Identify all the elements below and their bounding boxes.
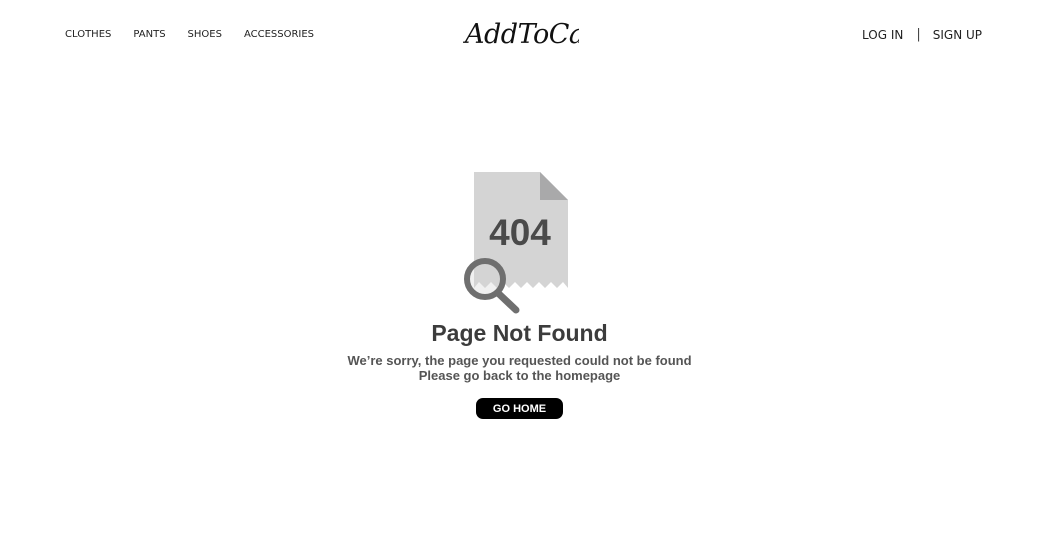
nav-item-clothes[interactable]: CLOTHES [65, 29, 111, 40]
login-link[interactable]: LOG IN [862, 28, 903, 42]
site-logo[interactable]: AddToCart [463, 14, 579, 52]
not-found-illustration: 404 [460, 170, 572, 316]
signup-link[interactable]: SIGN UP [933, 28, 982, 42]
auth-nav: LOG IN | SIGN UP [862, 27, 982, 42]
nav-item-accessories[interactable]: ACCESSORIES [244, 29, 314, 40]
error-message: We’re sorry, the page you requested coul… [0, 353, 1039, 383]
page-title: Page Not Found [431, 320, 608, 346]
error-code: 404 [489, 212, 551, 253]
nav-item-shoes[interactable]: SHOES [188, 29, 222, 40]
nav-item-pants[interactable]: PANTS [133, 29, 165, 40]
main-nav: CLOTHES PANTS SHOES ACCESSORIES [65, 29, 314, 40]
auth-separator: | [916, 27, 921, 42]
error-message-line-1: We’re sorry, the page you requested coul… [347, 353, 692, 368]
page: CLOTHES PANTS SHOES ACCESSORIES AddToCar… [0, 0, 1039, 550]
error-message-line-2: Please go back to the homepage [418, 368, 621, 383]
go-home-button[interactable]: GO HOME [476, 398, 563, 419]
logo-text: AddToCart [463, 19, 579, 50]
document-fold [540, 172, 568, 200]
